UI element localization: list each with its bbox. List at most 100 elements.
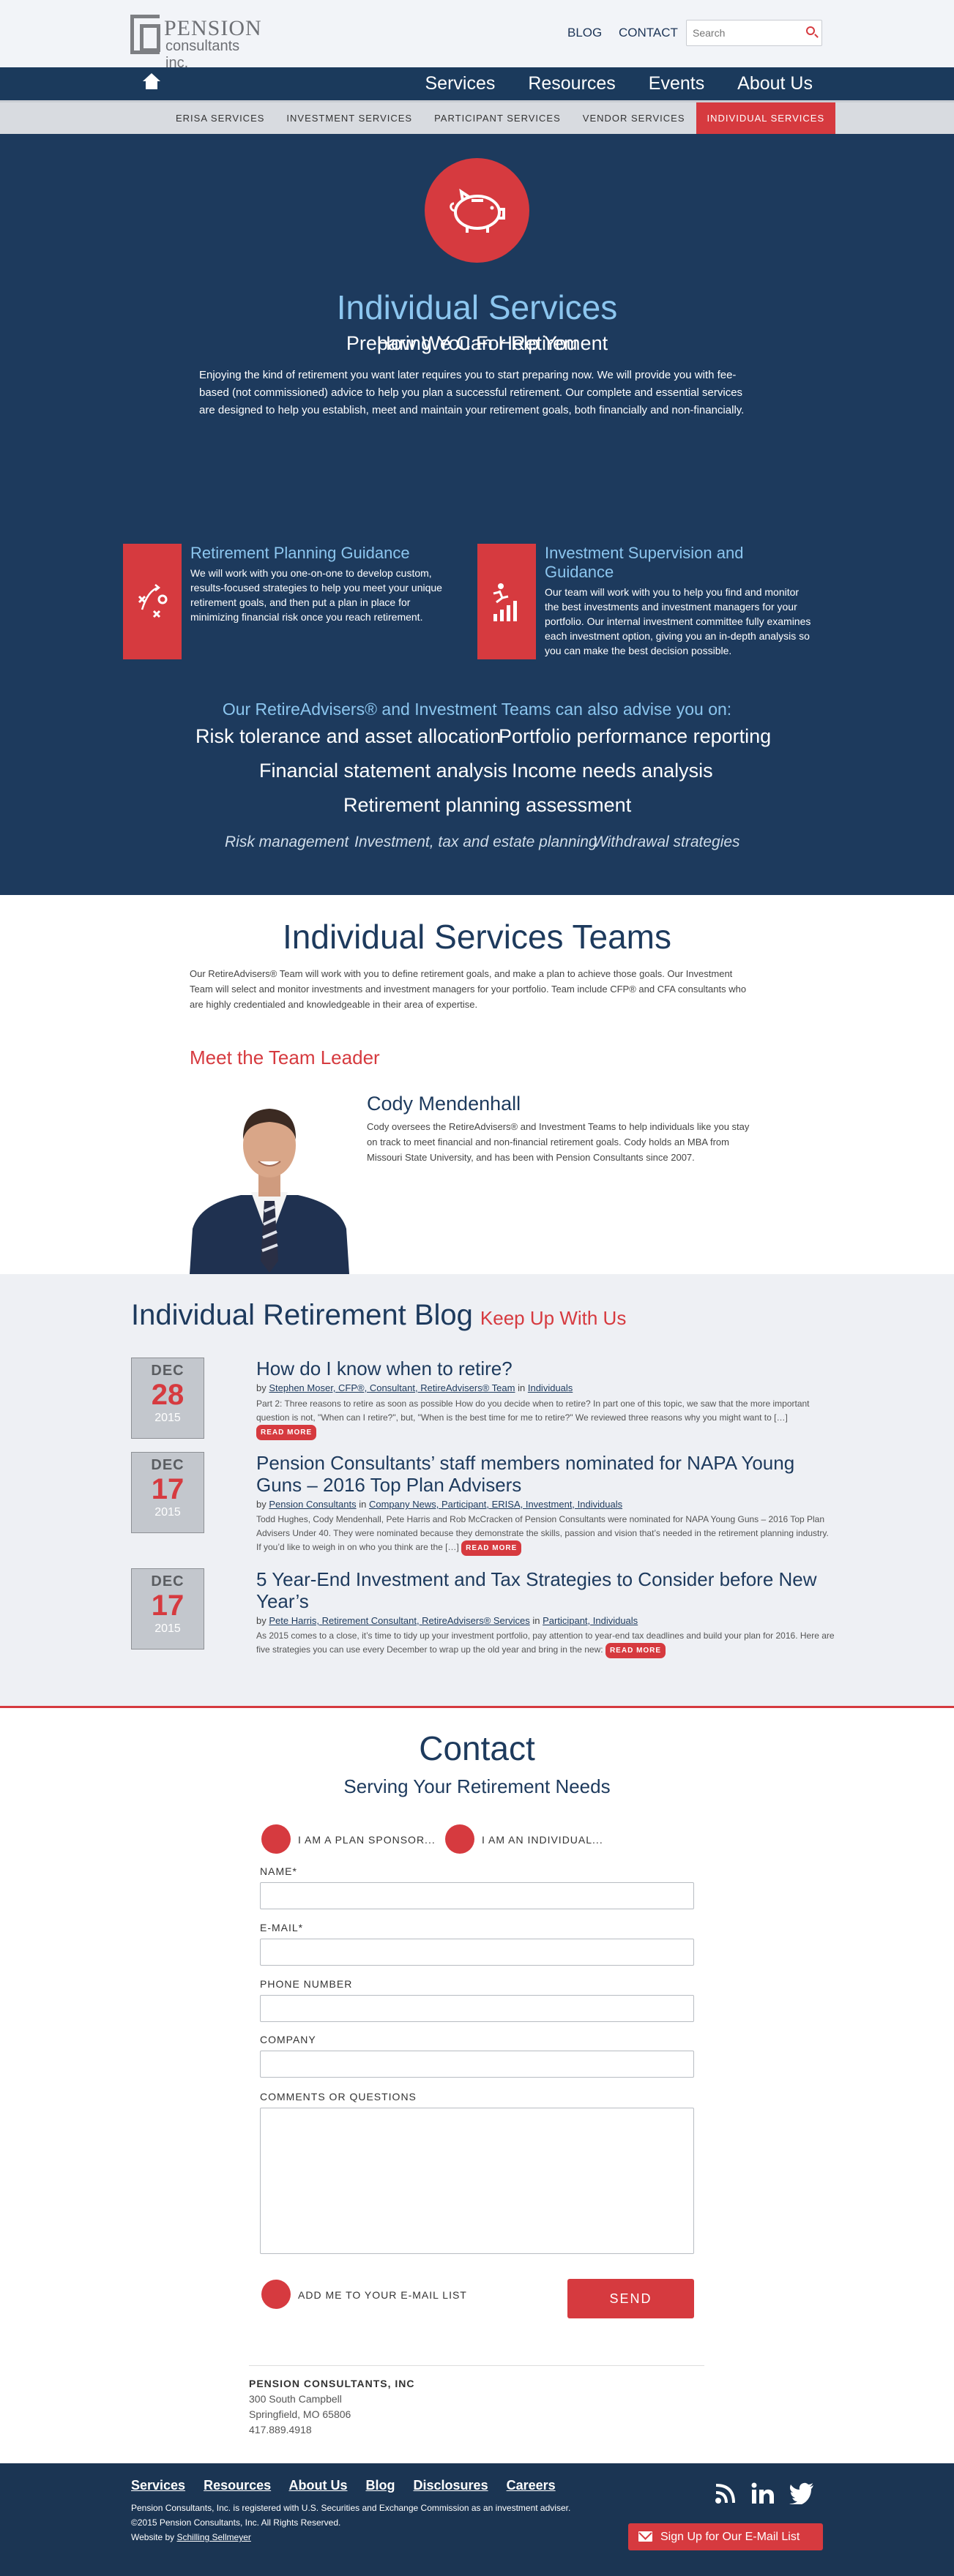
- home-icon[interactable]: [142, 73, 161, 92]
- search-icon[interactable]: [806, 26, 815, 35]
- subnav-investment-services[interactable]: INVESTMENT SERVICES: [275, 102, 423, 134]
- radio-button[interactable]: [445, 1824, 474, 1854]
- subnav-vendor-services[interactable]: VENDOR SERVICES: [572, 102, 696, 134]
- footer-link-blog[interactable]: Blog: [366, 2478, 395, 2493]
- hero-section: Individual Services Preparing You For Re…: [0, 134, 954, 895]
- envelope-icon: [638, 2531, 652, 2542]
- contact-section: Contact Serving Your Retirement Needs I …: [0, 1708, 954, 2463]
- website-by-text: Website by: [131, 2532, 175, 2542]
- services-subnav: ERISA SERVICES INVESTMENT SERVICES PARTI…: [0, 100, 954, 134]
- company-field[interactable]: [260, 2051, 694, 2078]
- post-author-link[interactable]: Pete Harris, Retirement Consultant, Reti…: [269, 1615, 529, 1626]
- leader-photo: [190, 1085, 349, 1274]
- rss-icon[interactable]: [715, 2482, 737, 2510]
- post-meta: by Stephen Moser, CFP®, Consultant, Reti…: [256, 1382, 573, 1393]
- advise-topic: Retirement planning assessment: [343, 794, 632, 816]
- subnav-erisa-services[interactable]: ERISA SERVICES: [165, 102, 275, 134]
- main-nav: Services Resources Events About Us: [0, 67, 954, 100]
- logo-mark: [130, 15, 160, 54]
- footer-links: Services Resources About Us Blog Disclos…: [131, 2478, 570, 2493]
- agency-link[interactable]: Schilling Sellmeyer: [176, 2532, 250, 2542]
- teams-section: Individual Services Teams Our RetireAdvi…: [0, 895, 954, 1274]
- radio-button[interactable]: [261, 1824, 291, 1854]
- also-advise-title: Our RetireAdvisers® and Investment Teams…: [222, 700, 732, 719]
- contact-link[interactable]: CONTACT: [619, 26, 678, 40]
- read-more-button[interactable]: READ MORE: [256, 1425, 317, 1440]
- site-footer: Services Resources About Us Blog Disclos…: [0, 2463, 954, 2576]
- post-title-link[interactable]: Pension Consultants’ staff members nomin…: [256, 1452, 835, 1496]
- nav-item-resources[interactable]: Resources: [528, 73, 616, 94]
- blog-post: DEC 17 2015 5 Year-End Investment and Ta…: [131, 1568, 835, 1658]
- footer-link-careers[interactable]: Careers: [507, 2478, 556, 2493]
- advise-minor-topic: Risk management: [225, 834, 349, 850]
- company-label: COMPANY: [260, 2034, 316, 2045]
- piggy-bank-icon: [425, 158, 529, 263]
- post-day: 17: [151, 1473, 185, 1505]
- company-name: PENSION CONSULTANTS, INC: [249, 2378, 415, 2389]
- service-title: Retirement Planning Guidance: [190, 544, 410, 562]
- page-title: Individual Services: [336, 288, 618, 326]
- logo-name: PENSION: [164, 16, 262, 40]
- nav-item-events[interactable]: Events: [649, 73, 704, 94]
- post-month: DEC: [151, 1457, 185, 1473]
- blog-link[interactable]: BLOG: [567, 26, 602, 40]
- top-links: BLOG CONTACT: [567, 26, 691, 40]
- twitter-icon[interactable]: [789, 2482, 814, 2510]
- footer-link-services[interactable]: Services: [131, 2478, 185, 2493]
- read-more-button[interactable]: READ MORE: [605, 1643, 666, 1658]
- checkbox-button[interactable]: [261, 2280, 291, 2309]
- radio-label: I AM A PLAN SPONSOR...: [298, 1834, 436, 1846]
- post-meta: by Pension Consultants in Company News, …: [256, 1499, 622, 1510]
- phone-field[interactable]: [260, 1995, 694, 2022]
- email-signup-button[interactable]: Sign Up for Our E-Mail List: [628, 2523, 823, 2550]
- post-title-link[interactable]: 5 Year-End Investment and Tax Strategies…: [256, 1568, 835, 1612]
- footer-link-disclosures[interactable]: Disclosures: [414, 2478, 488, 2493]
- blog-section: Individual Retirement Blog Keep Up With U…: [0, 1274, 954, 1708]
- nav-item-about-us[interactable]: About Us: [737, 73, 813, 94]
- meta-by: by: [256, 1615, 267, 1626]
- meet-leader-heading: Meet the Team Leader: [190, 1046, 380, 1068]
- subnav-participant-services[interactable]: PARTICIPANT SERVICES: [423, 102, 572, 134]
- search-box: [686, 20, 822, 46]
- post-author-link[interactable]: Pension Consultants: [269, 1499, 356, 1510]
- post-category-link[interactable]: Individuals: [528, 1382, 573, 1393]
- post-day: 28: [151, 1379, 185, 1411]
- post-category-link[interactable]: Participant, Individuals: [543, 1615, 638, 1626]
- comments-label: COMMENTS OR QUESTIONS: [260, 2091, 417, 2103]
- growth-chart-icon: [477, 544, 536, 659]
- company-logo[interactable]: PENSION consultants inc.: [130, 15, 262, 71]
- social-links: [715, 2482, 814, 2510]
- search-input[interactable]: [687, 20, 797, 45]
- post-category-link[interactable]: Company News, Participant, ERISA, Invest…: [369, 1499, 622, 1510]
- post-title-link[interactable]: How do I know when to retire?: [256, 1358, 835, 1379]
- phone-number: 417.889.4918: [249, 2424, 312, 2435]
- advise-minor-topic: Withdrawal strategies: [593, 834, 740, 850]
- blog-tagline: Keep Up With Us: [480, 1307, 627, 1329]
- subnav-individual-services[interactable]: INDIVIDUAL SERVICES: [696, 102, 836, 134]
- email-label: E-MAIL*: [260, 1922, 304, 1933]
- linkedin-icon[interactable]: [751, 2482, 775, 2510]
- post-month: DEC: [151, 1573, 185, 1590]
- intro-text: Enjoying the kind of retirement you want…: [199, 369, 745, 416]
- send-button[interactable]: SEND: [567, 2279, 694, 2318]
- contact-subtitle: Serving Your Retirement Needs: [343, 1775, 611, 1797]
- meta-by: by: [256, 1499, 267, 1510]
- footer-link-resources[interactable]: Resources: [204, 2478, 271, 2493]
- service-title: Investment Supervision and Guidance: [545, 544, 744, 581]
- footer-link-about-us[interactable]: About Us: [289, 2478, 348, 2493]
- read-more-button[interactable]: READ MORE: [461, 1540, 522, 1556]
- nav-item-services[interactable]: Services: [425, 73, 495, 94]
- post-year: 2015: [154, 1412, 181, 1424]
- comments-field[interactable]: [260, 2108, 694, 2254]
- post-excerpt: Part 2: Three reasons to retire as soon …: [256, 1397, 835, 1440]
- how-we-help-title: How We Can Help You: [376, 332, 578, 354]
- advise-topic: Portfolio performance reporting: [499, 725, 772, 747]
- email-field[interactable]: [260, 1939, 694, 1966]
- name-field[interactable]: [260, 1882, 694, 1909]
- post-date-badge: DEC 17 2015: [131, 1568, 204, 1650]
- post-excerpt-text: As 2015 comes to a close, it’s time to t…: [256, 1630, 835, 1655]
- post-excerpt: As 2015 comes to a close, it’s time to t…: [256, 1629, 835, 1658]
- post-author-link[interactable]: Stephen Moser, CFP®, Consultant, RetireA…: [269, 1382, 515, 1393]
- blog-title: Individual Retirement Blog Keep Up With U…: [131, 1299, 626, 1332]
- post-excerpt-text: Part 2: Three reasons to retire as soon …: [256, 1399, 810, 1423]
